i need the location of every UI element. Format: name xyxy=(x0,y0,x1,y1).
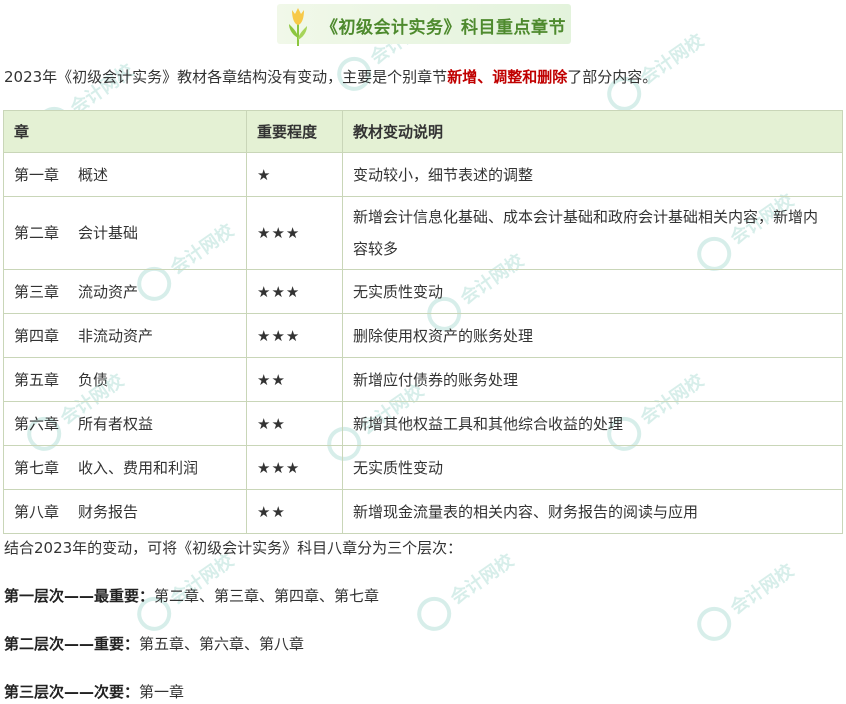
change-description: 新增会计信息化基础、成本会计基础和政府会计基础相关内容，新增内容较多 xyxy=(342,196,843,270)
chapter-cell: 第一章 概述 xyxy=(3,152,247,197)
table-row: 第五章 负债 ★★ 新增应付债券的账务处理 xyxy=(3,357,843,402)
summary-paragraph: 结合2023年的变动，可将《初级会计实务》科目八章分为三个层次： xyxy=(4,539,463,557)
header-change-note: 教材变动说明 xyxy=(342,110,843,153)
importance-stars: ★★★ xyxy=(246,196,343,270)
chapter-name: 流动资产 xyxy=(78,283,139,301)
change-description: 新增应付债券的账务处理 xyxy=(342,357,843,402)
intro-paragraph: 2023年《初级会计实务》教材各章结构没有变动，主要是个别章节新增、调整和删除了… xyxy=(4,66,657,87)
importance-stars: ★ xyxy=(246,152,343,197)
chapter-name: 收入、费用和利润 xyxy=(78,459,199,477)
table-row: 第七章 收入、费用和利润 ★★★ 无实质性变动 xyxy=(3,445,843,490)
level-line-3: 第三层次——次要：第一章 xyxy=(4,681,184,702)
level-chapters: 第五章、第六章、第八章 xyxy=(139,635,305,653)
level-label: 第二层次——重要： xyxy=(4,635,140,653)
chapter-cell: 第八章 财务报告 xyxy=(3,489,247,534)
level-line-1: 第一层次——最重要：第二章、第三章、第四章、第七章 xyxy=(4,585,379,606)
importance-stars: ★★★ xyxy=(246,269,343,314)
change-description: 新增现金流量表的相关内容、财务报告的阅读与应用 xyxy=(342,489,843,534)
importance-stars: ★★ xyxy=(246,357,343,402)
change-description: 无实质性变动 xyxy=(342,445,843,490)
level-chapters: 第二章、第三章、第四章、第七章 xyxy=(154,587,380,605)
intro-suffix: 了部分内容。 xyxy=(567,68,658,86)
table-row: 第四章 非流动资产 ★★★ 删除使用权资产的账务处理 xyxy=(3,313,843,358)
chapter-cell: 第三章 流动资产 xyxy=(3,269,247,314)
chapter-number: 第一章 xyxy=(14,166,60,184)
chapter-name: 会计基础 xyxy=(78,224,139,242)
chapter-cell: 第五章 负债 xyxy=(3,357,247,402)
chapter-cell: 第七章 收入、费用和利润 xyxy=(3,445,247,490)
title-banner: 《初级会计实务》科目重点章节 xyxy=(277,4,571,46)
table-row: 第二章 会计基础 ★★★ 新增会计信息化基础、成本会计基础和政府会计基础相关内容，… xyxy=(3,196,843,270)
intro-highlight: 新增、调整和删除 xyxy=(447,68,568,86)
chapter-name: 财务报告 xyxy=(78,503,139,521)
watermark-logo: 会计网校 xyxy=(684,541,817,659)
tulip-icon xyxy=(289,8,307,46)
table-row: 第六章 所有者权益 ★★ 新增其他权益工具和其他综合收益的处理 xyxy=(3,401,843,446)
change-description: 变动较小，细节表述的调整 xyxy=(342,152,843,197)
change-description: 新增其他权益工具和其他综合收益的处理 xyxy=(342,401,843,446)
table-row: 第八章 财务报告 ★★ 新增现金流量表的相关内容、财务报告的阅读与应用 xyxy=(3,489,843,534)
level-chapters: 第一章 xyxy=(139,683,185,701)
chapter-number: 第二章 xyxy=(14,224,60,242)
table-header-row: 章 重要程度 教材变动说明 xyxy=(3,110,843,153)
chapter-name: 负债 xyxy=(78,371,109,389)
importance-stars: ★★★ xyxy=(246,445,343,490)
chapter-cell: 第二章 会计基础 xyxy=(3,196,247,270)
chapter-cell: 第六章 所有者权益 xyxy=(3,401,247,446)
chapters-table: 章 重要程度 教材变动说明 第一章 概述 ★ 变动较小，细节表述的调整 第二章 会计… xyxy=(3,110,843,534)
chapter-name: 非流动资产 xyxy=(78,327,154,345)
change-description: 无实质性变动 xyxy=(342,269,843,314)
header-importance: 重要程度 xyxy=(246,110,343,153)
header-chapter: 章 xyxy=(3,110,247,153)
chapter-number: 第七章 xyxy=(14,459,60,477)
chapter-number: 第四章 xyxy=(14,327,60,345)
chapter-number: 第三章 xyxy=(14,283,60,301)
chapter-number: 第六章 xyxy=(14,415,60,433)
intro-prefix: 2023年《初级会计实务》教材各章结构没有变动，主要是个别章节 xyxy=(4,68,448,86)
importance-stars: ★★ xyxy=(246,489,343,534)
importance-stars: ★★ xyxy=(246,401,343,446)
page-title: 《初级会计实务》科目重点章节 xyxy=(321,18,566,38)
level-label: 第三层次——次要： xyxy=(4,683,140,701)
table-row: 第三章 流动资产 ★★★ 无实质性变动 xyxy=(3,269,843,314)
level-line-2: 第二层次——重要：第五章、第六章、第八章 xyxy=(4,633,304,654)
level-label: 第一层次——最重要： xyxy=(4,587,155,605)
chapter-number: 第五章 xyxy=(14,371,60,389)
importance-stars: ★★★ xyxy=(246,313,343,358)
chapter-number: 第八章 xyxy=(14,503,60,521)
chapter-name: 所有者权益 xyxy=(78,415,154,433)
chapter-cell: 第四章 非流动资产 xyxy=(3,313,247,358)
change-description: 删除使用权资产的账务处理 xyxy=(342,313,843,358)
chapter-name: 概述 xyxy=(78,166,109,184)
table-row: 第一章 概述 ★ 变动较小，细节表述的调整 xyxy=(3,152,843,197)
